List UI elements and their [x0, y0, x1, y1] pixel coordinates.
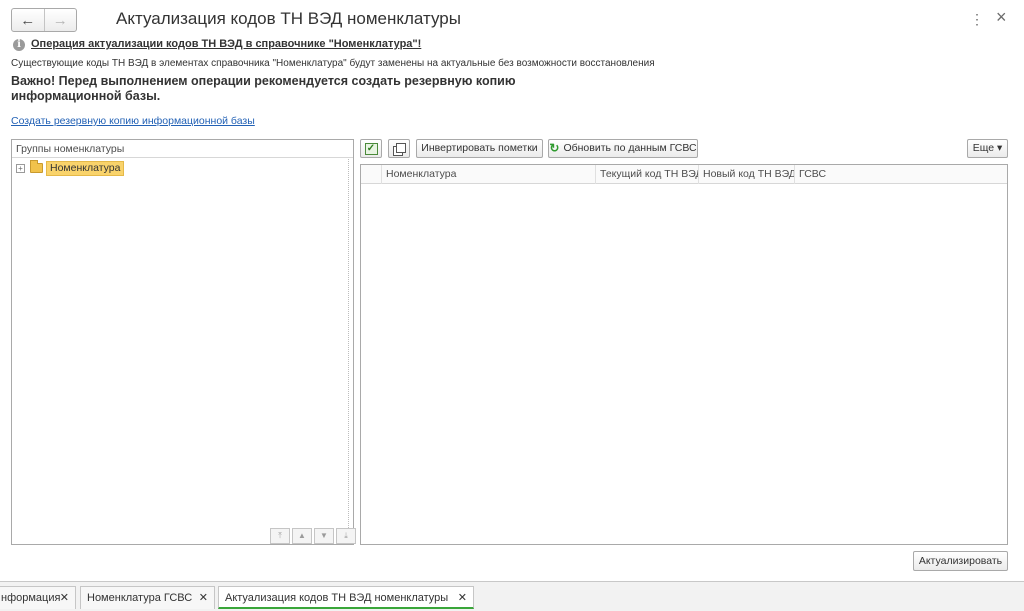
column-header-current-code[interactable]: Текущий код ТН ВЭД	[596, 165, 699, 184]
column-header-nomenclature[interactable]: Номенклатура	[382, 165, 596, 184]
tab-information[interactable]: нформация ✕	[0, 586, 76, 609]
close-window-button[interactable]: ×	[996, 8, 1007, 26]
uncheck-all-icon	[393, 142, 406, 156]
expand-icon[interactable]: +	[16, 163, 25, 173]
forward-button[interactable]: →	[45, 9, 77, 31]
tab-label: Актуализация кодов ТН ВЭД номенклатуры	[225, 592, 449, 604]
tree-item-nomenclature[interactable]: + Номенклатура	[16, 160, 125, 176]
tree-mover-buttons: ⤒ ▲ ▼ ⤓	[268, 528, 356, 544]
column-header-gsvs[interactable]: ГСВС	[795, 165, 1007, 184]
column-header-check[interactable]	[361, 165, 382, 184]
arrow-left-icon: ←	[20, 11, 36, 29]
kebab-menu-icon: ⋮	[970, 11, 984, 27]
tab-nomenclature-gsvs[interactable]: Номенклатура ГСВС ✕	[80, 586, 215, 609]
actualize-button[interactable]: Актуализировать	[913, 551, 1008, 571]
important-notice: Важно! Перед выполнением операции рекоме…	[11, 74, 516, 103]
tab-actualization[interactable]: Актуализация кодов ТН ВЭД номенклатуры ✕	[218, 586, 474, 609]
groups-panel: Группы номенклатуры + Номенклатура	[11, 139, 354, 545]
navigation-buttons: ← →	[11, 8, 77, 32]
vertical-scrollbar[interactable]	[348, 159, 353, 544]
page-title: Актуализация кодов ТН ВЭД номенклатуры	[116, 9, 461, 28]
close-icon: ×	[996, 7, 1007, 27]
uncheck-all-button[interactable]	[388, 139, 410, 158]
back-button[interactable]: ←	[12, 9, 44, 31]
nomenclature-table[interactable]: Номенклатура Текущий код ТН ВЭД Новый ко…	[360, 164, 1008, 545]
description-text: Существующие коды ТН ВЭД в элементах спр…	[11, 58, 655, 69]
close-icon[interactable]: ✕	[199, 587, 208, 609]
invert-marks-button[interactable]: Инвертировать пометки	[416, 139, 543, 158]
folder-icon	[30, 160, 43, 173]
check-all-button[interactable]: ✓	[360, 139, 382, 158]
groups-panel-header: Группы номенклатуры	[12, 140, 353, 158]
tab-label: нформация	[1, 592, 61, 604]
refresh-icon: ↻	[549, 141, 560, 155]
move-down-button[interactable]: ▼	[314, 528, 334, 544]
backup-link[interactable]: Создать резервную копию информационной б…	[11, 115, 255, 127]
warning-title: Операция актуализации кодов ТН ВЭД в спр…	[31, 38, 422, 50]
move-up-button[interactable]: ▲	[292, 528, 312, 544]
arrow-right-icon: →	[52, 11, 68, 29]
move-top-button[interactable]: ⤒	[270, 528, 290, 544]
more-menu-button[interactable]: ⋮	[970, 10, 984, 28]
move-bottom-icon: ⤓	[344, 531, 348, 540]
move-top-icon: ⤒	[278, 531, 282, 540]
tab-bar: нформация ✕ Номенклатура ГСВС ✕ Актуализ…	[0, 581, 1024, 611]
move-down-icon: ▼	[320, 531, 328, 540]
close-icon[interactable]: ✕	[60, 587, 69, 609]
refresh-gsvs-button[interactable]: ↻ Обновить по данным ГСВС	[548, 139, 698, 158]
tree-item-label[interactable]: Номенклатура	[46, 160, 125, 176]
refresh-gsvs-label: Обновить по данным ГСВС	[563, 142, 697, 154]
move-bottom-button[interactable]: ⤓	[336, 528, 356, 544]
check-all-icon: ✓	[364, 142, 378, 155]
more-button[interactable]: Еще ▾	[967, 139, 1008, 158]
column-header-new-code[interactable]: Новый код ТН ВЭД	[699, 165, 795, 184]
table-header: Номенклатура Текущий код ТН ВЭД Новый ко…	[361, 165, 1007, 184]
info-icon: i	[13, 39, 25, 51]
close-icon[interactable]: ✕	[458, 587, 467, 609]
tab-label: Номенклатура ГСВС	[87, 592, 193, 604]
move-up-icon: ▲	[298, 531, 306, 540]
